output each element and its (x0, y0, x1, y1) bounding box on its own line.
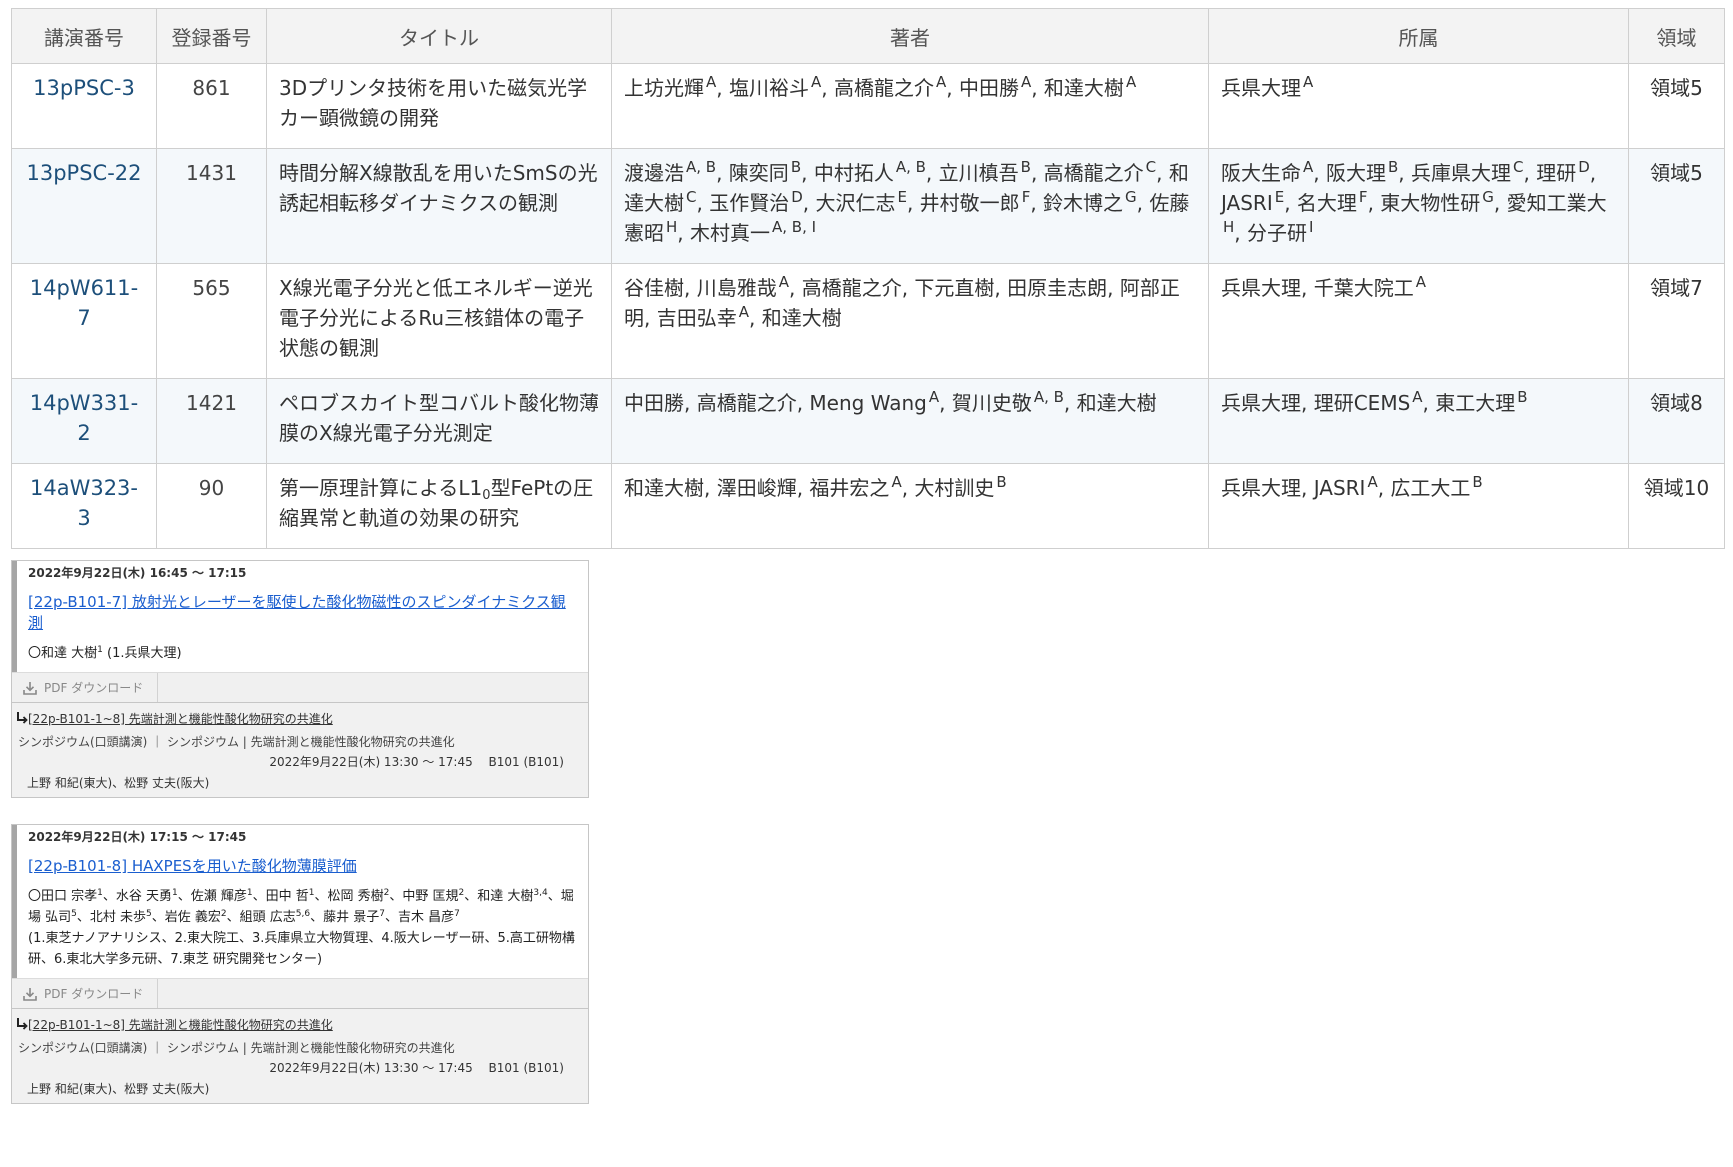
presentation-code-link[interactable]: 14pW331-2 (30, 391, 138, 445)
header-registration-number: 登録番号 (156, 8, 267, 64)
cell-authors: 和達大樹, 澤田峻輝, 福井宏之 A, 大村訓史 B (611, 463, 1209, 549)
session-time-room: 2022年9月22日(木) 13:30 〜 17:45 B101 (B101) (269, 755, 564, 769)
cell-code: 13pPSC-3 (11, 63, 157, 149)
session-category: シンポジウム(口頭講演) ｜ シンポジウム | 先端計測と機能性酸化物研究の共進… (18, 735, 455, 749)
table-row: 14pW331-2 1421 ペロブスカイト型コバルト酸化物薄膜のX線光電子分光… (11, 378, 1725, 464)
cell-registration: 1431 (156, 148, 267, 264)
presentation-code-link[interactable]: 13pPSC-22 (26, 161, 141, 185)
sub-arrow-icon (17, 1018, 28, 1030)
pdf-download-label: PDF ダウンロード (44, 987, 144, 1001)
presentation-card: 2022年9月22日(木) 17:15 〜 17:45 [22p-B101-8]… (11, 824, 589, 1104)
cell-affiliation: 阪大生命 A, 阪大理 B, 兵庫県大理 C, 理研 D, JASRI E, 名大理 F, … (1208, 148, 1629, 264)
card-body: 2022年9月22日(木) 17:15 〜 17:45 [22p-B101-8]… (12, 825, 588, 978)
presentation-code-link[interactable]: 14pW611-7 (30, 276, 138, 330)
presentation-card: 2022年9月22日(木) 16:45 〜 17:15 [22p-B101-7]… (11, 560, 589, 798)
session-link[interactable]: [22p-B101-1~8] 先端計測と機能性酸化物研究の共進化 (28, 1018, 333, 1032)
presentation-title-link[interactable]: [22p-B101-7] 放射光とレーザーを駆使した酸化物磁性のスピンダイナミク… (28, 592, 578, 634)
cell-registration: 90 (156, 463, 267, 549)
presentation-code-link[interactable]: 13pPSC-3 (33, 76, 135, 100)
table-row: 13pPSC-3 861 3Dプリンタ技術を用いた磁気光学カー顕微鏡の開発 上坊… (11, 63, 1725, 149)
cell-authors: 渡邊浩 A, B, 陳奕同 B, 中村拓人 A, B, 立川槙吾 B, 高橋龍之介 C, … (611, 148, 1209, 264)
cell-affiliation: 兵県大理, 千葉大院工 A (1208, 263, 1629, 379)
cell-title: 時間分解X線散乱を用いたSmSの光誘起相転移ダイナミクスの観測 (266, 148, 612, 264)
cell-code: 14pW611-7 (11, 263, 157, 379)
table-row: 14pW611-7 565 X線光電子分光と低エネルギー逆光電子分光によるRu三… (11, 263, 1725, 379)
presentations-table: 講演番号 登録番号 タイトル 著者 所属 領域 13pPSC-3 861 3Dプ… (11, 8, 1725, 549)
session-time-room: 2022年9月22日(木) 13:30 〜 17:45 B101 (B101) (269, 1061, 564, 1075)
cell-area: 領域5 (1628, 63, 1725, 149)
pdf-bar: PDF ダウンロード (12, 672, 588, 702)
cell-title: 第一原理計算によるL10型FePtの圧縮異常と軌道の効果の研究 (266, 463, 612, 549)
cell-code: 14pW331-2 (11, 378, 157, 464)
header-area: 領域 (1628, 8, 1725, 64)
header-affiliation: 所属 (1208, 8, 1629, 64)
presentation-title-link[interactable]: [22p-B101-8] HAXPESを用いた酸化物薄膜評価 (28, 856, 578, 877)
cell-code: 13pPSC-22 (11, 148, 157, 264)
cell-area: 領域8 (1628, 378, 1725, 464)
cell-authors: 上坊光輝 A, 塩川裕斗 A, 高橋龍之介 A, 中田勝 A, 和達大樹 A (611, 63, 1209, 149)
header-authors: 著者 (611, 8, 1209, 64)
download-icon (23, 681, 37, 695)
download-icon (23, 987, 37, 1001)
card-body: 2022年9月22日(木) 16:45 〜 17:15 [22p-B101-7]… (12, 561, 588, 672)
cell-affiliation: 兵県大理 A (1208, 63, 1629, 149)
header-title: タイトル (266, 8, 612, 64)
cell-registration: 1421 (156, 378, 267, 464)
cell-affiliation: 兵県大理, 理研CEMS A, 東工大理 B (1208, 378, 1629, 464)
pdf-download-label: PDF ダウンロード (44, 681, 144, 695)
cell-authors: 中田勝, 高橋龍之介, Meng Wang A, 賀川史敬 A, B, 和達大樹 (611, 378, 1209, 464)
presentation-time: 2022年9月22日(木) 17:15 〜 17:45 (28, 830, 247, 844)
table-header-row: 講演番号 登録番号 タイトル 著者 所属 領域 (11, 8, 1725, 64)
cell-code: 14aW323-3 (11, 463, 157, 549)
session-info: [22p-B101-1~8] 先端計測と機能性酸化物研究の共進化 シンポジウム(… (12, 1008, 588, 1103)
cell-area: 領域5 (1628, 148, 1725, 264)
cell-title: 3Dプリンタ技術を用いた磁気光学カー顕微鏡の開発 (266, 63, 612, 149)
sub-arrow-icon (17, 712, 28, 724)
cell-area: 領域10 (1628, 463, 1725, 549)
session-info: [22p-B101-1~8] 先端計測と機能性酸化物研究の共進化 シンポジウム(… (12, 702, 588, 797)
cell-title: ペロブスカイト型コバルト酸化物薄膜のX線光電子分光測定 (266, 378, 612, 464)
table-row: 13pPSC-22 1431 時間分解X線散乱を用いたSmSの光誘起相転移ダイナ… (11, 148, 1725, 264)
presentation-authors: 〇田口 宗孝1、水谷 天勇1、佐瀬 輝彦1、田中 哲1、松岡 秀樹2、中野 匡規… (28, 888, 574, 926)
session-category: シンポジウム(口頭講演) ｜ シンポジウム | 先端計測と機能性酸化物研究の共進… (18, 1041, 455, 1055)
session-chairs: 上野 和紀(東大)、松野 丈夫(阪大) (27, 776, 210, 790)
cell-affiliation: 兵県大理, JASRI A, 広工大工 B (1208, 463, 1629, 549)
cell-authors: 谷佳樹, 川島雅哉 A, 高橋龍之介, 下元直樹, 田原圭志朗, 阿部正明, 吉田… (611, 263, 1209, 379)
session-chairs: 上野 和紀(東大)、松野 丈夫(阪大) (27, 1082, 210, 1096)
pdf-download-button[interactable]: PDF ダウンロード (12, 673, 159, 702)
session-link[interactable]: [22p-B101-1~8] 先端計測と機能性酸化物研究の共進化 (28, 712, 333, 726)
table-row: 14aW323-3 90 第一原理計算によるL10型FePtの圧縮異常と軌道の効… (11, 463, 1725, 549)
cell-registration: 565 (156, 263, 267, 379)
presentation-time: 2022年9月22日(木) 16:45 〜 17:15 (28, 566, 247, 580)
presentation-affiliations: (1.東芝ナノアナリシス、2.東大院工、3.兵庫県立大物質理、4.阪大レーザー研… (28, 931, 575, 967)
cell-registration: 861 (156, 63, 267, 149)
cell-title: X線光電子分光と低エネルギー逆光電子分光によるRu三核錯体の電子状態の観測 (266, 263, 612, 379)
cell-area: 領域7 (1628, 263, 1725, 379)
presentation-authors: 〇和達 大樹1 (1.兵県大理) (28, 645, 182, 662)
pdf-bar: PDF ダウンロード (12, 978, 588, 1008)
presentation-code-link[interactable]: 14aW323-3 (30, 476, 138, 530)
pdf-download-button[interactable]: PDF ダウンロード (12, 979, 159, 1008)
header-presentation-number: 講演番号 (11, 8, 157, 64)
